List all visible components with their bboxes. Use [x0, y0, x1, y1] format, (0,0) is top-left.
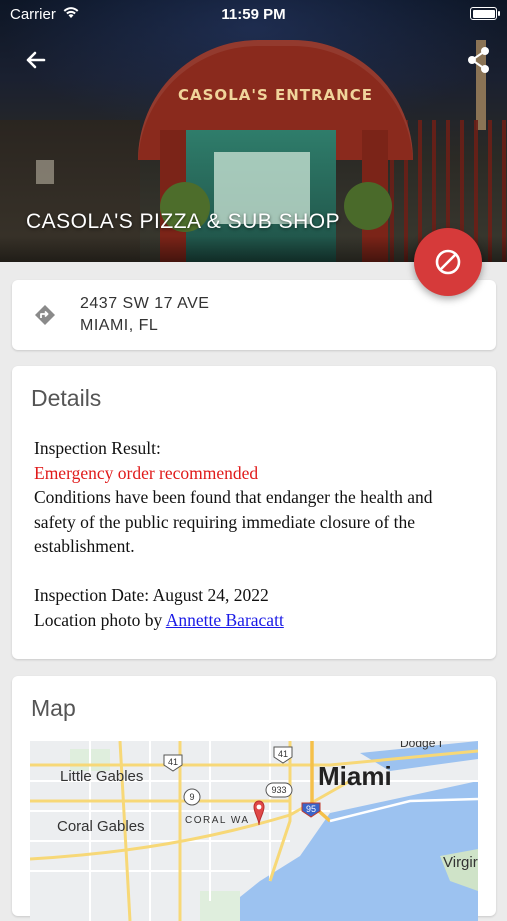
- map-label-dodge: Dodge I: [400, 741, 442, 750]
- details-card: Details Inspection Result: Emergency ord…: [12, 366, 496, 659]
- inspection-description: Conditions have been found that endanger…: [34, 487, 433, 556]
- block-icon: [435, 249, 461, 275]
- back-button[interactable]: [20, 44, 52, 76]
- route-9-label: 9: [189, 792, 194, 802]
- share-button[interactable]: [463, 44, 495, 76]
- photo-plant-right: [344, 182, 392, 230]
- clock: 11:59 PM: [221, 6, 286, 23]
- map-label-virginia: Virgir: [443, 854, 478, 871]
- battery-nub: [498, 11, 500, 16]
- route-933-label: 933: [271, 785, 286, 795]
- map-view[interactable]: 41 41 9 933 95 Little Gables Coral Gable…: [30, 741, 478, 921]
- inspection-date: Inspection Date: August 24, 2022: [34, 585, 269, 605]
- address-street: 2437 SW 17 AVE: [80, 295, 210, 312]
- status-bar: Carrier 11:59 PM: [0, 0, 507, 28]
- battery-icon: [470, 7, 497, 20]
- share-icon: [468, 47, 489, 73]
- map-graphic: 41 41 9 933 95 Little Gables Coral Gable…: [30, 741, 478, 921]
- arrow-left-icon: [26, 51, 46, 69]
- map-heading: Map: [31, 695, 76, 721]
- map-label-coral-way: CORAL WA: [185, 815, 250, 826]
- photo-credit: Location photo by Annette Baracatt: [34, 608, 474, 633]
- directions-icon: [35, 305, 55, 325]
- details-heading: Details: [31, 385, 102, 411]
- inspection-result-value: Emergency order recommended: [34, 462, 259, 483]
- photo-author-link[interactable]: Annette Baracatt: [166, 610, 284, 630]
- map-label-coral-gables: Coral Gables: [57, 818, 145, 835]
- inspection-result-label: Inspection Result:: [34, 438, 161, 458]
- photo-sign-text: CASOLA'S ENTRANCE: [178, 86, 373, 104]
- address-card[interactable]: 2437 SW 17 AVE MIAMI, FL: [12, 280, 496, 350]
- status-fab-button[interactable]: [414, 228, 482, 296]
- photo-credit-prefix: Location photo by: [34, 609, 166, 630]
- details-body: Inspection Result: Emergency order recom…: [34, 436, 474, 632]
- photo-wall-sign: [36, 160, 54, 184]
- map-label-miami: Miami: [318, 761, 392, 791]
- restaurant-name: CASOLA'S PIZZA & SUB SHOP: [26, 210, 341, 233]
- route-41b-label: 41: [278, 749, 288, 759]
- route-41a-label: 41: [168, 757, 178, 767]
- map-card: Map 41 41 9 933 95 Little Gables Coral G…: [12, 676, 496, 921]
- map-label-little-gables: Little Gables: [60, 768, 143, 785]
- route-95-label: 95: [306, 804, 316, 814]
- address-city: MIAMI, FL: [80, 317, 159, 334]
